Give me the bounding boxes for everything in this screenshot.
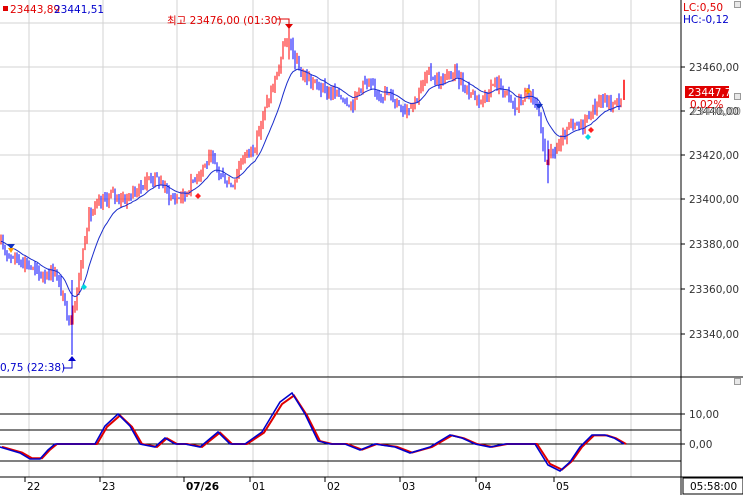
arrow-up-marker-icon [68,356,76,361]
price-right-value: 23441,51 [54,4,104,16]
grid-lines [0,0,681,477]
scroll-arrow-icon[interactable] [734,378,741,385]
chart-canvas[interactable]: 23443,89 23441,51 LC:0,50 HC:-0,12 최고 23… [0,0,743,495]
diamond-signal-icon [585,134,591,140]
oscillator-axis: 10,00 0,00 [681,409,719,451]
price-axis-label: 23380,00 [689,239,739,251]
high-label: 최고 23476,00 (01:30) [167,15,282,27]
low-marker: 0,75 (22:38) [0,356,76,374]
time-axis-label: 23 [102,481,115,493]
time-axis-label: 01 [252,481,265,493]
arrow-down-marker-icon [285,24,293,29]
scroll-arrow-icon[interactable] [734,1,741,8]
candlestick-series [0,28,625,355]
moving-average-line [0,68,622,298]
price-axis-label: 23460,00 [689,62,739,74]
diamond-signal-icon [525,88,531,94]
hc-label: HC:-0,12 [683,14,729,26]
time-readout: 05:58:00 [682,477,743,495]
current-change-value: 0,02% [690,99,723,111]
osc-axis-label: 0,00 [689,439,712,451]
header-color-swatch [3,6,8,11]
lc-label: LC:0,50 [683,2,723,14]
osc-axis-label: 10,00 [689,409,719,421]
oscillator-main-line [0,391,625,472]
time-axis-label: 04 [478,481,492,493]
time-axis-label: 07/26 [186,481,219,493]
time-readout-value: 05:58:00 [690,481,737,493]
price-axis-label: 23420,00 [689,150,739,162]
current-price-tag: 23446,00 23447,75 0,02% [685,86,741,118]
signal-markers [7,88,594,290]
time-axis-label: 02 [327,481,340,493]
time-axis-label: 05 [556,481,569,493]
diamond-signal-icon [588,127,594,133]
chart-window[interactable]: 23443,89 23441,51 LC:0,50 HC:-0,12 최고 23… [0,0,743,495]
time-axis-label: 03 [402,481,415,493]
time-axis: 22 23 07/26 01 02 03 04 05 [24,477,569,493]
high-marker: 최고 23476,00 (01:30) [167,15,293,29]
header-readout: 23443,89 23441,51 LC:0,50 HC:-0,12 [3,2,729,26]
current-price-value: 23447,75 [688,87,738,99]
price-axis-label: 23340,00 [689,329,739,341]
price-left-value: 23443,89 [10,4,60,16]
oscillator-panel [0,391,681,472]
time-axis-label: 22 [27,481,40,493]
scroll-arrow-icon[interactable] [734,93,741,100]
price-axis-label: 23400,00 [689,194,739,206]
low-label: 0,75 (22:38) [0,362,65,374]
arrow-down-marker-icon [8,248,14,253]
diamond-signal-icon [195,193,201,199]
price-axis-label: 23360,00 [689,284,739,296]
